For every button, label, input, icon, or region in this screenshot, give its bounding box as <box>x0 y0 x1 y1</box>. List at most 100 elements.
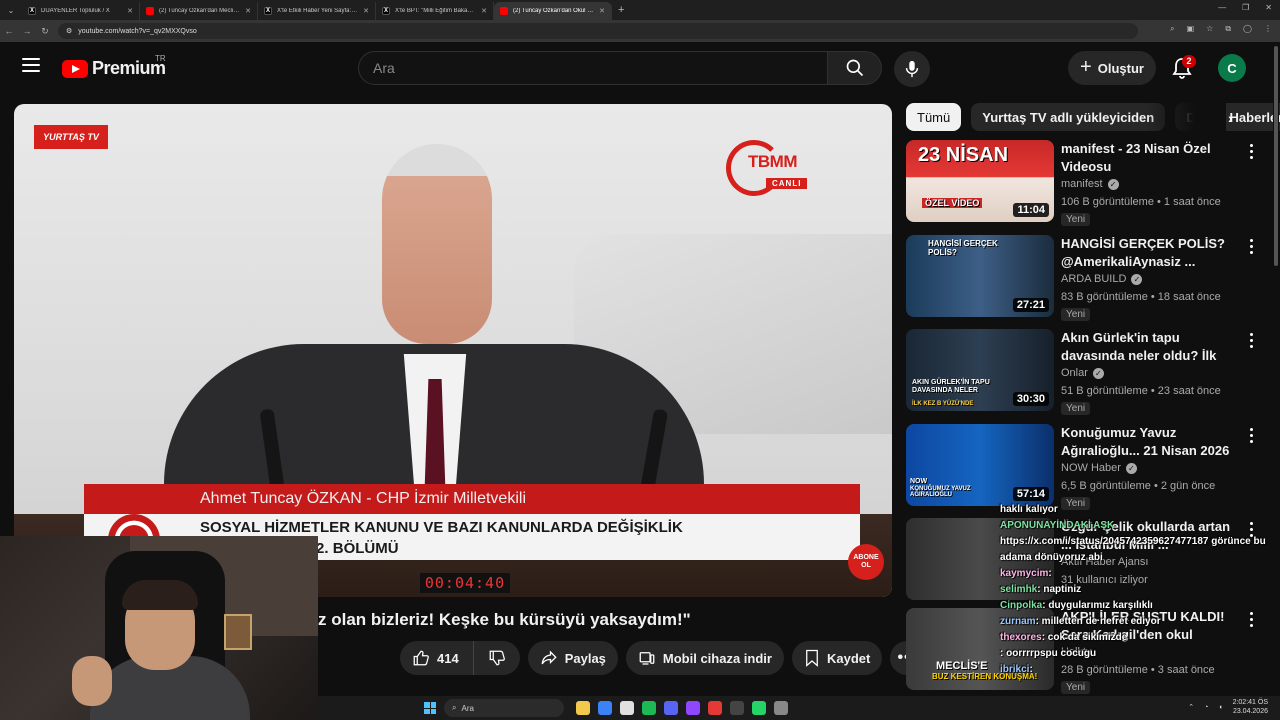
close-tab-icon[interactable]: ✕ <box>245 7 251 15</box>
browser-tab[interactable]: X DUAYENLER Topluluk / X ✕ <box>22 2 140 20</box>
youtube-premium-logo[interactable]: Premium <box>62 58 166 79</box>
save-button[interactable]: Kaydet <box>791 641 883 675</box>
more-vert-icon[interactable] <box>1246 239 1256 254</box>
profile-icon[interactable]: ◯ <box>1243 24 1252 34</box>
chip-all[interactable]: Tümü <box>906 103 962 131</box>
edge-icon[interactable] <box>598 701 612 715</box>
chat-message: zurnam: milletten de nefret ediyor <box>1000 614 1270 630</box>
site-info-icon[interactable]: ⚙ <box>66 27 72 35</box>
scrollbar-thumb[interactable] <box>1274 46 1278 266</box>
video-duration: 11:04 <box>1013 203 1049 217</box>
close-tab-icon[interactable]: ✕ <box>127 7 133 15</box>
recommended-video[interactable]: KONUĞUMUZ YAVUZ AĞIRALİOĞLU NOW 57:14 Ko… <box>906 424 1266 510</box>
live-badge: CANLI <box>766 178 808 189</box>
close-tab-icon[interactable]: ✕ <box>599 7 605 15</box>
video-thumbnail[interactable]: 23 NİSAN ÖZEL VİDEO 11:04 <box>906 140 1054 222</box>
subscribe-watermark: ABONE OL <box>848 544 884 580</box>
new-tab-button[interactable]: + <box>618 4 624 16</box>
search-button[interactable] <box>828 51 882 85</box>
close-window-icon[interactable]: ✕ <box>1265 3 1272 12</box>
search-placeholder: Ara <box>373 60 395 76</box>
obs-icon[interactable] <box>708 701 722 715</box>
video-title[interactable]: HANGİSİ GERÇEK POLİS? @AmerikaliAynasiz … <box>1061 235 1243 271</box>
volume-icon[interactable]: ◖ <box>1218 704 1222 711</box>
tray-chevron-icon[interactable]: ⌃ <box>1188 703 1194 711</box>
chat-text: : duygularımız karşılıklı <box>1042 600 1153 611</box>
video-thumbnail[interactable]: HANGİSİ GERÇEK POLİS? 27:21 <box>906 235 1054 317</box>
video-meta: 83 B görüntüleme • 18 saat önce <box>1061 291 1221 303</box>
video-title[interactable]: manifest - 23 Nisan Özel Videosu <box>1061 140 1243 176</box>
browser-tab[interactable]: X X'te BPT: "Milli Eğitim Bakanı Y ✕ <box>376 2 494 20</box>
search-icon <box>846 59 863 77</box>
browser-tab[interactable]: (2) Tuncay Özkan'dan Meclis'te ✕ <box>140 2 258 20</box>
video-title[interactable]: Akın Gürlek'in tapu davasında neler oldu… <box>1061 329 1243 367</box>
video-duration: 57:14 <box>1012 487 1049 501</box>
thumbnail-subcaption: İLK KEZ B YÜZÜ'NDE <box>912 401 974 407</box>
chat-message: selimhk: naptiniz <box>1000 582 1270 598</box>
more-vert-icon[interactable] <box>1246 333 1256 348</box>
chrome-icon[interactable] <box>620 701 634 715</box>
search-input[interactable]: Ara <box>358 51 828 85</box>
forward-icon[interactable]: → <box>18 26 36 36</box>
chips-fade <box>1146 103 1226 131</box>
browser-tab-active[interactable]: (2) Tuncay Özkan'dan Okul İşye ✕ <box>494 2 612 20</box>
close-tab-icon[interactable]: ✕ <box>481 7 487 15</box>
download-button[interactable]: Mobil cihaza indir <box>625 641 784 675</box>
like-button[interactable]: 414 <box>400 641 474 675</box>
extensions-icon[interactable]: ⧉ <box>1225 24 1231 34</box>
discord-icon[interactable] <box>664 701 678 715</box>
tbmm-logo: TBMM CANLI <box>726 140 818 198</box>
bookmark-star-icon[interactable]: ☆ <box>1206 24 1213 34</box>
video-player[interactable]: YURTTAŞ TV TBMM CANLI Ahmet Tuncay ÖZKAN… <box>14 104 892 597</box>
reload-icon[interactable]: ↻ <box>36 26 54 37</box>
close-tab-icon[interactable]: ✕ <box>363 7 369 15</box>
channel-name[interactable]: Onlar <box>1061 367 1088 379</box>
user-avatar[interactable]: C <box>1218 54 1246 82</box>
taskbar-search[interactable]: ⌕ Ara <box>444 699 564 717</box>
restore-icon[interactable]: ❐ <box>1242 3 1249 12</box>
file-explorer-icon[interactable] <box>576 701 590 715</box>
recommended-video[interactable]: AKIN GÜRLEK'İN TAPU DAVASINDA NELER İLK … <box>906 329 1266 415</box>
video-title[interactable]: Konuğumuz Yavuz Ağıralioğlu... 21 Nisan … <box>1061 424 1243 462</box>
video-duration: 30:30 <box>1012 392 1049 406</box>
settings-icon[interactable] <box>774 701 788 715</box>
channel-name[interactable]: NOW Haber <box>1061 462 1121 474</box>
wifi-icon[interactable]: ◔ <box>1204 704 1208 711</box>
zoom-icon[interactable]: ⌕ <box>1170 24 1174 34</box>
share-button[interactable]: Paylaş <box>527 641 618 675</box>
spotify-icon[interactable] <box>642 701 656 715</box>
thumbnail-caption: MECLİS'E <box>936 660 988 672</box>
browser-tab[interactable]: X X'te Etkili Haber Yeni Sayfa: "Ch ✕ <box>258 2 376 20</box>
more-vert-icon[interactable] <box>1246 428 1256 443</box>
notification-count-badge: 2 <box>1182 55 1196 68</box>
taskbar-clock[interactable]: 2:02:41 ÖS 23.04.2026 <box>1233 698 1268 716</box>
back-icon[interactable]: ← <box>0 26 18 36</box>
whatsapp-icon[interactable] <box>752 701 766 715</box>
dislike-button[interactable] <box>473 641 520 675</box>
menu-icon[interactable] <box>22 58 40 72</box>
cast-icon[interactable]: ▣ <box>1187 24 1195 34</box>
url-field[interactable]: ⚙ youtube.com/watch?v=_qv2MXXQvso <box>58 23 1138 39</box>
channel-row: manifest ✓ <box>1061 178 1119 190</box>
recommended-video[interactable]: HANGİSİ GERÇEK POLİS? 27:21 HANGİSİ GERÇ… <box>906 235 1266 321</box>
chips-next-chevron-icon[interactable]: › <box>1228 110 1233 126</box>
video-thumbnail[interactable]: AKIN GÜRLEK'İN TAPU DAVASINDA NELER İLK … <box>906 329 1054 411</box>
chat-text: APONUNAYİNDAKİ AŞK <box>1000 520 1115 531</box>
tab-search-icon[interactable]: ⌄ <box>0 0 22 20</box>
browser-menu-icon[interactable]: ⋮ <box>1264 24 1272 34</box>
windows-start-icon[interactable] <box>424 702 436 714</box>
twitch-icon[interactable] <box>686 701 700 715</box>
channel-watermark: YURTTAŞ TV <box>34 125 108 149</box>
create-button[interactable]: + Oluştur <box>1068 51 1156 85</box>
chat-user: thexores <box>1000 632 1042 643</box>
chip-from-uploader[interactable]: Yurttaş TV adlı yükleyiciden <box>971 103 1166 131</box>
voice-search-button[interactable] <box>894 51 930 87</box>
terminal-icon[interactable] <box>730 701 744 715</box>
chat-text: https://x.com/i/status/20457423596274771… <box>1000 536 1266 563</box>
recommended-video[interactable]: 23 NİSAN ÖZEL VİDEO 11:04 manifest - 23 … <box>906 140 1266 226</box>
video-thumbnail[interactable]: KONUĞUMUZ YAVUZ AĞIRALİOĞLU NOW 57:14 <box>906 424 1054 506</box>
channel-name[interactable]: manifest <box>1061 178 1103 190</box>
more-vert-icon[interactable] <box>1246 144 1256 159</box>
minimize-icon[interactable]: — <box>1218 3 1226 12</box>
channel-name[interactable]: ARDA BUILD <box>1061 273 1126 285</box>
